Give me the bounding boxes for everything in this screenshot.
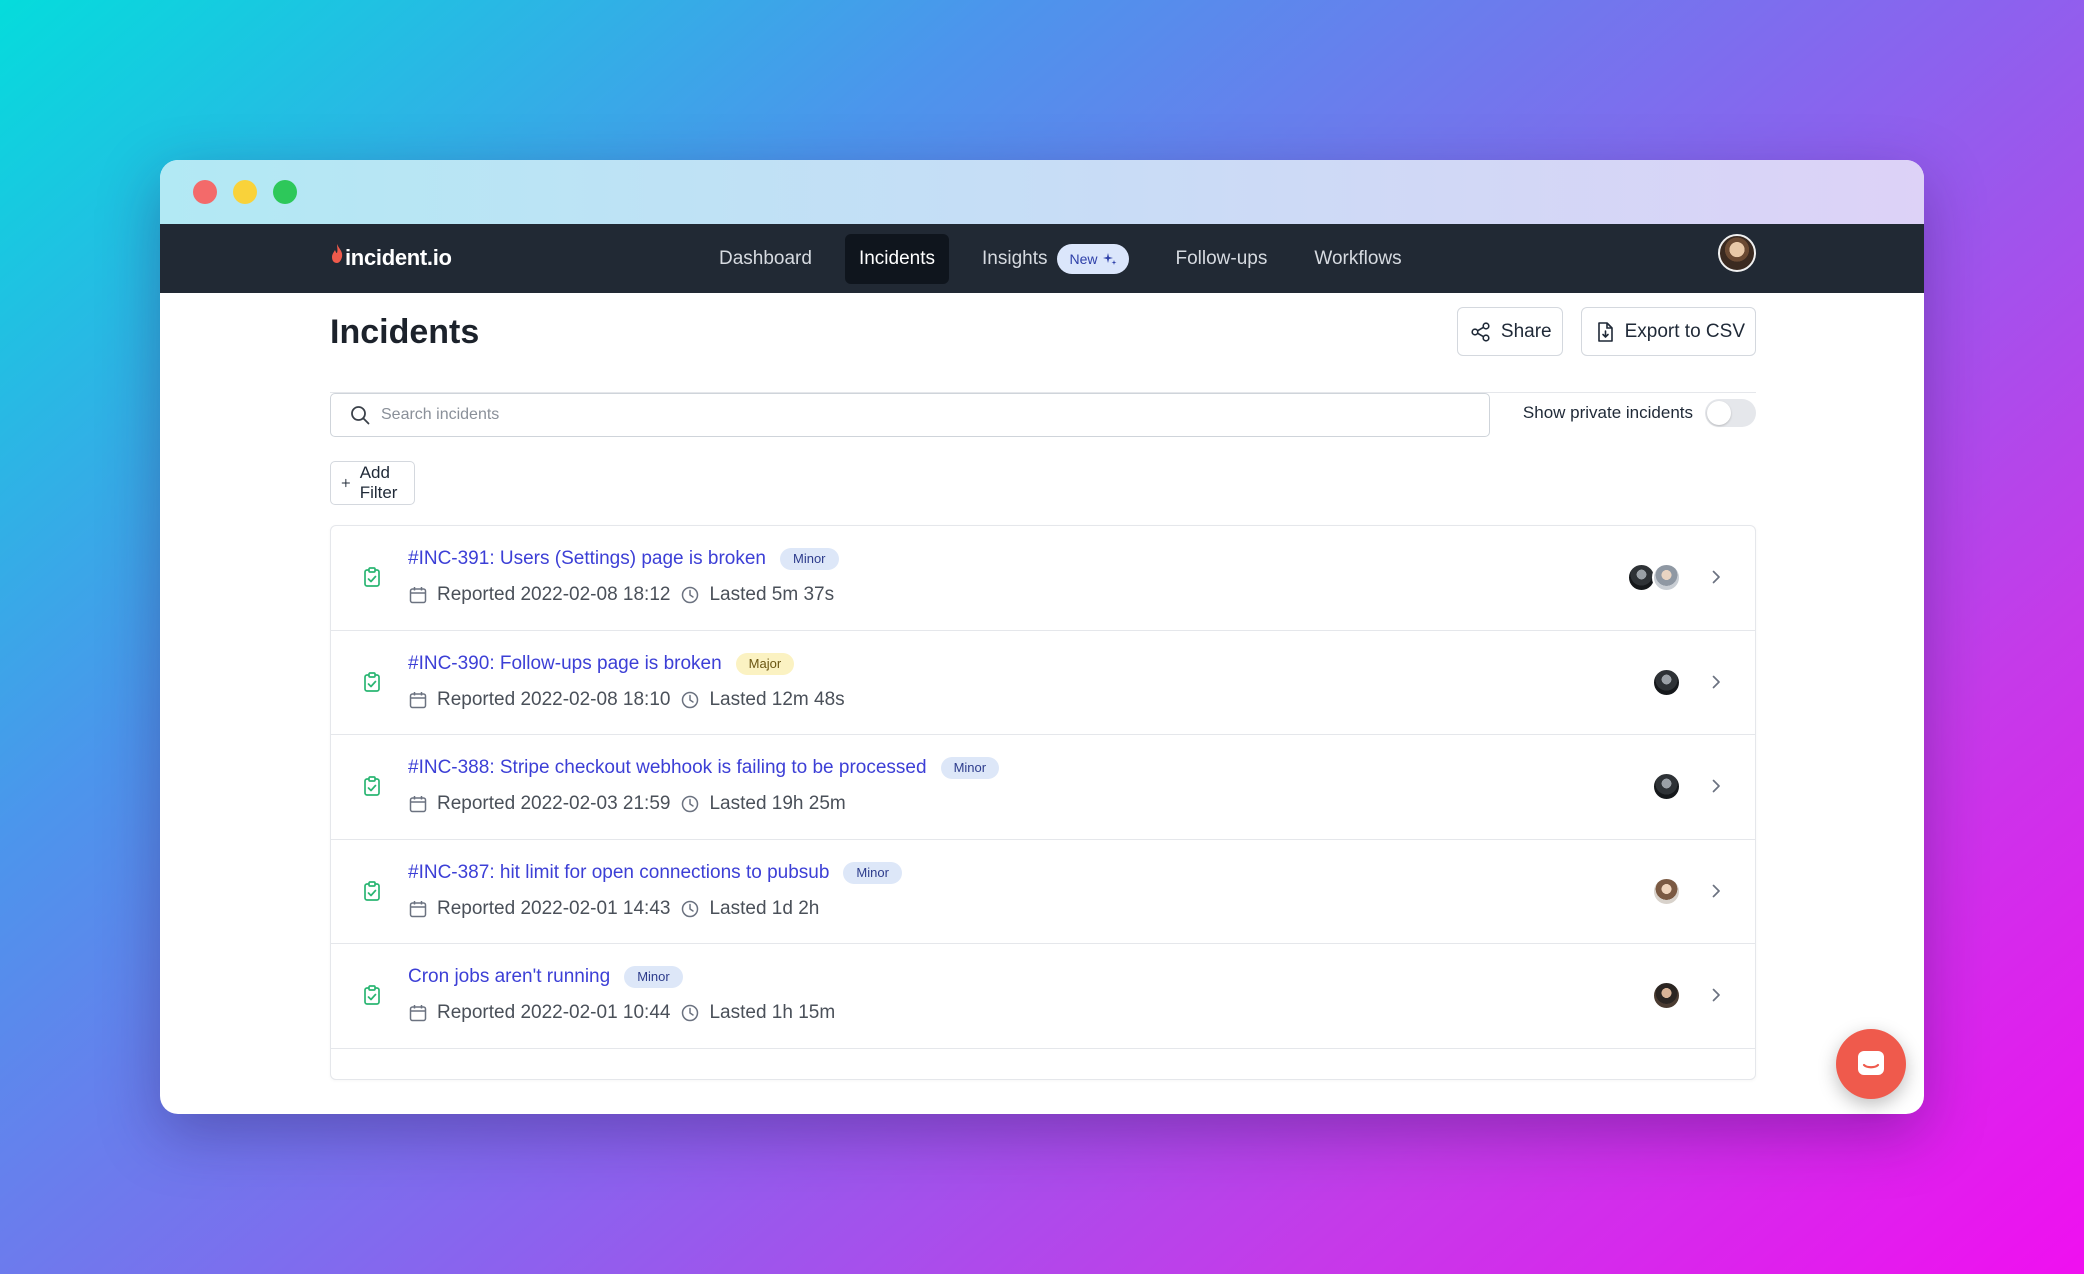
incident-meta: Reported 2022-02-01 14:43 Lasted 1d 2h — [408, 898, 819, 920]
avatar — [1652, 981, 1681, 1010]
close-window-button[interactable] — [193, 180, 217, 204]
incident-title-line: #INC-388: Stripe checkout webhook is fai… — [408, 757, 1000, 779]
participant-avatars — [1652, 876, 1681, 906]
severity-badge: Minor — [780, 548, 839, 570]
incident-meta: Reported 2022-02-08 18:12 Lasted 5m 37s — [408, 584, 834, 606]
clipboard-check-icon — [364, 671, 380, 692]
calendar-icon — [409, 796, 427, 813]
search-input[interactable] — [381, 406, 1481, 424]
page-header: Incidents Share Export to CSV — [330, 260, 1756, 393]
header-actions: Share Export to CSV — [1456, 307, 1756, 356]
file-download-icon — [1597, 321, 1613, 342]
incident-title[interactable]: #INC-388: Stripe checkout webhook is fai… — [408, 757, 927, 779]
participant-avatars — [1652, 772, 1681, 801]
calendar-icon — [409, 900, 427, 917]
chevron-right-icon — [1712, 884, 1720, 897]
incident-meta: Reported 2022-02-08 18:10 Lasted 12m 48s — [408, 689, 845, 711]
incident-title[interactable]: Cron jobs aren't running — [408, 966, 610, 988]
avatar — [1652, 876, 1681, 906]
private-incidents-toggle: Show private incidents — [1523, 399, 1756, 427]
incident-title-line: #INC-391: Users (Settings) page is broke… — [408, 548, 839, 570]
incident-meta: Reported 2022-02-01 10:44 Lasted 1h 15m — [408, 1002, 835, 1024]
private-toggle-label: Show private incidents — [1522, 403, 1693, 422]
incident-row-partial — [331, 1049, 1755, 1079]
incident-lasted: Lasted 1h 15m — [709, 1002, 836, 1023]
incident-title-line: #INC-387: hit limit for open connections… — [408, 861, 902, 884]
add-filter-label: Add Filter — [359, 463, 398, 502]
incident-row[interactable]: #INC-391: Users (Settings) page is broke… — [331, 526, 1755, 631]
add-filter-button[interactable]: Add Filter — [330, 461, 415, 505]
avatar — [1652, 667, 1681, 697]
calendar-icon — [409, 1005, 427, 1022]
incident-lasted: Lasted 12m 48s — [709, 688, 845, 710]
incident-list: #INC-391: Users (Settings) page is broke… — [330, 525, 1756, 1080]
incident-meta: Reported 2022-02-03 21:59 Lasted 19h 25m — [408, 793, 846, 815]
participant-avatars — [1652, 981, 1681, 1010]
severity-badge: Minor — [843, 861, 902, 884]
toggle-knob — [1707, 401, 1731, 425]
incident-reported: Reported 2022-02-08 18:12 — [437, 584, 671, 605]
share-button-label: Share — [1500, 320, 1552, 342]
calendar-icon — [409, 691, 427, 708]
incident-title-line: Cron jobs aren't running Minor — [408, 966, 683, 988]
avatar — [1652, 563, 1681, 592]
participant-avatars — [1627, 563, 1681, 592]
clock-icon — [682, 586, 699, 604]
incident-reported: Reported 2022-02-08 18:10 — [437, 688, 671, 710]
clipboard-check-icon — [364, 880, 380, 901]
search-icon — [351, 406, 370, 425]
plus-icon — [341, 478, 350, 488]
search-box[interactable] — [330, 393, 1490, 437]
severity-badge: Minor — [624, 966, 683, 988]
participant-avatars — [1652, 667, 1681, 697]
browser-window: incident.io Dashboard Incidents Insights… — [160, 160, 1924, 1114]
incident-lasted: Lasted 5m 37s — [709, 584, 835, 605]
incident-row[interactable]: #INC-390: Follow-ups page is broken Majo… — [331, 631, 1755, 735]
page-title: Incidents — [330, 313, 480, 351]
chat-support-button[interactable] — [1836, 1029, 1906, 1099]
clipboard-check-icon — [364, 985, 380, 1005]
clipboard-check-icon — [364, 567, 380, 587]
chevron-right-icon — [1712, 570, 1720, 584]
incident-row[interactable]: Cron jobs aren't running Minor Reported … — [331, 944, 1755, 1049]
clock-icon — [682, 795, 699, 813]
clipboard-check-icon — [364, 776, 380, 796]
incident-title[interactable]: #INC-387: hit limit for open connections… — [408, 862, 829, 884]
clock-icon — [682, 1004, 699, 1022]
share-button[interactable]: Share — [1456, 307, 1563, 356]
minimize-window-button[interactable] — [233, 180, 257, 204]
incident-lasted: Lasted 19h 25m — [709, 793, 846, 814]
incident-title[interactable]: #INC-391: Users (Settings) page is broke… — [408, 548, 766, 570]
incident-lasted: Lasted 1d 2h — [709, 897, 820, 919]
incident-reported: Reported 2022-02-03 21:59 — [437, 793, 671, 814]
chevron-right-icon — [1712, 779, 1720, 793]
chevron-right-icon — [1712, 675, 1720, 688]
export-csv-button[interactable]: Export to CSV — [1580, 307, 1756, 356]
window-titlebar — [160, 160, 1924, 224]
search-row: Show private incidents — [330, 393, 1756, 453]
avatar — [1652, 772, 1681, 801]
incident-row[interactable]: #INC-388: Stripe checkout webhook is fai… — [331, 735, 1755, 840]
severity-badge: Minor — [940, 757, 1000, 779]
share-icon — [1471, 321, 1490, 342]
incident-reported: Reported 2022-02-01 10:44 — [437, 1002, 671, 1023]
incident-title-line: #INC-390: Follow-ups page is broken Majo… — [408, 652, 795, 675]
maximize-window-button[interactable] — [273, 180, 297, 204]
export-csv-button-label: Export to CSV — [1624, 320, 1745, 342]
chat-icon — [1858, 1051, 1884, 1075]
incident-title[interactable]: #INC-390: Follow-ups page is broken — [408, 653, 722, 675]
incident-row[interactable]: #INC-387: hit limit for open connections… — [331, 840, 1755, 944]
private-toggle-switch[interactable] — [1705, 399, 1756, 427]
clock-icon — [682, 691, 699, 708]
calendar-icon — [409, 587, 427, 604]
incident-reported: Reported 2022-02-01 14:43 — [437, 897, 671, 919]
clock-icon — [682, 900, 699, 917]
chevron-right-icon — [1712, 988, 1720, 1002]
severity-badge: Major — [735, 652, 795, 675]
